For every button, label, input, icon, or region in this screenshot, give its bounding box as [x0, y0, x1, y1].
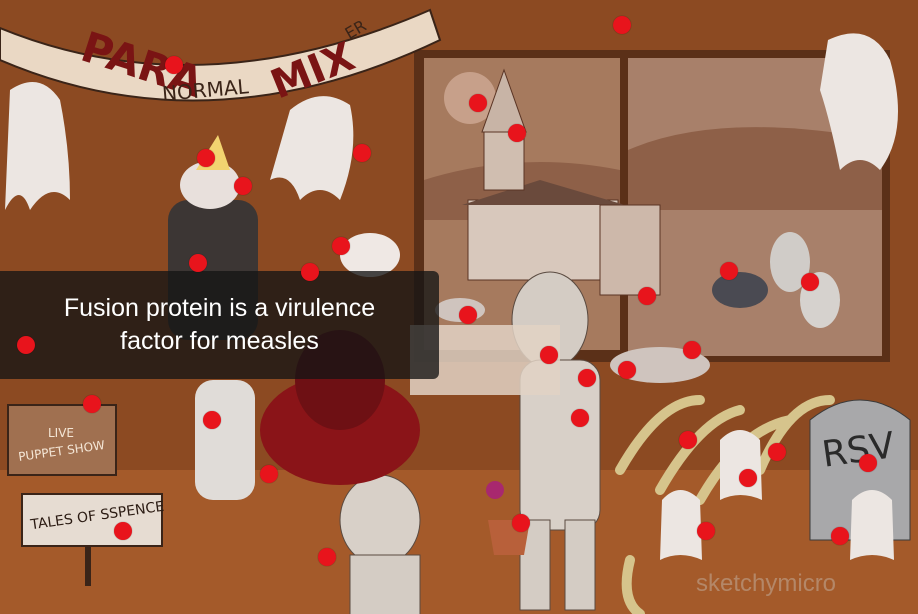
window [414, 50, 890, 362]
hotspot-marker[interactable] [739, 469, 757, 487]
hotspot-marker[interactable] [114, 522, 132, 540]
hotspot-marker[interactable] [683, 341, 701, 359]
caption-line-1: Fusion protein is a virulence [63, 294, 376, 322]
hotspot-marker[interactable] [801, 273, 819, 291]
hotspot-marker[interactable] [353, 144, 371, 162]
caption-box: Fusion protein is a virulence factor for… [0, 271, 439, 379]
hotspot-marker[interactable] [571, 409, 589, 427]
hotspot-marker[interactable] [301, 263, 319, 281]
hotspot-marker[interactable] [318, 548, 336, 566]
hotspot-marker[interactable] [508, 124, 526, 142]
hotspot-marker[interactable] [768, 443, 786, 461]
hotspot-marker[interactable] [540, 346, 558, 364]
hotspot-marker[interactable] [697, 522, 715, 540]
hotspot-marker[interactable] [459, 306, 477, 324]
hotspot-marker[interactable] [83, 395, 101, 413]
hotspot-marker[interactable] [831, 527, 849, 545]
hotspot-marker[interactable] [638, 287, 656, 305]
watermark: sketchymicro [696, 570, 837, 597]
hotspot-marker[interactable] [720, 262, 738, 280]
puppet-show-line1: LIVE [48, 426, 75, 440]
hotspot-marker[interactable] [469, 94, 487, 112]
hotspot-marker[interactable] [203, 411, 221, 429]
hotspot-marker[interactable] [512, 514, 530, 532]
hotspot-marker[interactable] [17, 336, 35, 354]
hotspot-marker[interactable] [618, 361, 636, 379]
hotspot-marker[interactable] [165, 56, 183, 74]
hotspot-marker[interactable] [679, 431, 697, 449]
caption-line-2: factor for measles [120, 327, 319, 355]
hotspot-marker[interactable] [189, 254, 207, 272]
hotspot-marker[interactable] [613, 16, 631, 34]
hotspot-marker[interactable] [578, 369, 596, 387]
hotspot-marker[interactable] [260, 465, 278, 483]
hotspot-marker[interactable] [197, 149, 215, 167]
hotspot-marker[interactable] [859, 454, 877, 472]
hotspot-marker[interactable] [332, 237, 350, 255]
hotspot-marker[interactable] [234, 177, 252, 195]
